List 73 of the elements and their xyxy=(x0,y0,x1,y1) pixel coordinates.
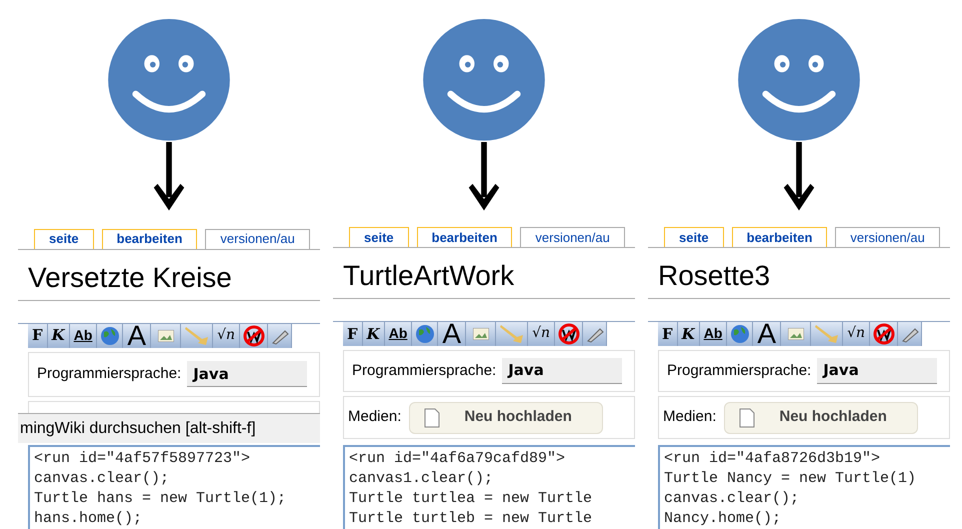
page-tab[interactable]: bearbeiten xyxy=(732,226,828,247)
toolbar-button[interactable]: √n xyxy=(528,322,555,346)
media-label: Medien: xyxy=(663,407,716,428)
code-editor[interactable]: <run id="4af6a79cafd89"> canvas1.clear(); Turtle turtlea = new Turtle Turtle turtleb = new Turtle xyxy=(343,444,635,529)
horn-icon xyxy=(814,322,840,345)
toolbar-button[interactable]: K xyxy=(678,322,700,346)
toolbar-button[interactable]: A xyxy=(438,322,466,346)
tooltip: mingWiki durchsuchen [alt-shift-f] xyxy=(18,413,320,443)
page-tab[interactable]: versionen/au xyxy=(520,226,625,247)
picture-icon xyxy=(788,328,804,340)
toolbar-button[interactable]: √n xyxy=(843,322,870,346)
horn-icon xyxy=(184,324,210,347)
toolbar-button[interactable] xyxy=(555,322,583,346)
down-arrow xyxy=(781,142,817,212)
upload-button[interactable]: Neu hochladen xyxy=(724,402,918,434)
page-title: Versetzte Kreise xyxy=(28,260,233,295)
code-line: Nancy.home(); xyxy=(664,508,782,529)
toolbar-button[interactable]: K xyxy=(48,324,70,348)
toolbar-button[interactable]: √n xyxy=(213,324,240,348)
toolbar-button[interactable]: F xyxy=(343,322,363,346)
toolbar-button[interactable]: Ab xyxy=(384,322,412,346)
toolbar-button[interactable]: F xyxy=(28,324,48,348)
toolbar-button[interactable] xyxy=(240,324,268,348)
page-tab[interactable]: versionen/au xyxy=(835,226,940,247)
language-label: Programmiersprache: xyxy=(667,360,812,381)
code-line: hans.home(); xyxy=(34,509,144,529)
document-icon xyxy=(739,408,756,428)
code-editor[interactable]: <run id="4af57f5897723"> canvas.clear(); Turtle hans = new Turtle(1); hans.home(); xyxy=(28,445,320,529)
media-label: Medien: xyxy=(348,407,402,428)
page-title: TurtleArtWork xyxy=(343,258,516,293)
toolbar-button[interactable]: Ab xyxy=(70,324,98,348)
code-line: <run id="4af6a79cafd89"> xyxy=(349,448,566,469)
document-icon xyxy=(424,408,440,428)
language-select[interactable]: Java xyxy=(502,358,622,384)
horn-icon xyxy=(498,322,525,345)
no-wiki-icon xyxy=(872,322,894,345)
code-line: canvas1.clear(); xyxy=(349,468,494,489)
code-line: Turtle turtleb = new Turtle xyxy=(349,508,594,529)
no-wiki-icon xyxy=(558,322,580,345)
page-tab[interactable]: bearbeiten xyxy=(102,228,198,249)
language-select[interactable]: Java xyxy=(187,361,308,388)
page-tab[interactable]: seite xyxy=(34,228,94,249)
toolbar-button[interactable] xyxy=(870,322,898,346)
toolbar-button[interactable]: K xyxy=(362,322,385,346)
no-wiki-icon xyxy=(242,324,264,347)
globe-icon xyxy=(414,324,435,344)
globe-icon xyxy=(730,324,750,344)
toolbar-button[interactable]: F xyxy=(658,322,678,346)
code-editor[interactable]: <run id="4afa8726d3b19"> Turtle Nancy = new Turtle(1) canvas.clear(); Nancy.home(); xyxy=(658,444,950,529)
picture-icon xyxy=(158,330,174,342)
toolbar-button[interactable]: Ab xyxy=(700,322,728,346)
code-line: canvas.clear(); xyxy=(34,469,170,489)
down-arrow xyxy=(151,142,187,212)
page-tab[interactable]: bearbeiten xyxy=(416,226,512,247)
page-tab[interactable]: versionen/au xyxy=(205,228,310,249)
code-line: Turtle hans = new Turtle(1); xyxy=(34,489,288,509)
language-select[interactable]: Java xyxy=(817,358,938,384)
language-label: Programmiersprache: xyxy=(37,364,182,384)
page-title: Rosette3 xyxy=(658,258,772,293)
upload-button[interactable]: Neu hochladen xyxy=(409,402,603,434)
code-line: <run id="4af57f5897723"> xyxy=(34,449,252,469)
code-line: Turtle turtlea = new Turtle xyxy=(349,488,594,509)
toolbar-button[interactable]: A xyxy=(753,322,782,346)
globe-icon xyxy=(100,326,120,346)
code-line: Turtle Nancy = new Turtle(1) xyxy=(664,468,918,489)
picture-icon xyxy=(472,328,489,340)
language-label: Programmiersprache: xyxy=(352,360,496,381)
down-arrow xyxy=(466,142,502,212)
page-tab[interactable]: seite xyxy=(664,226,724,247)
code-line: <run id="4afa8726d3b19"> xyxy=(664,448,882,469)
page-tab[interactable]: seite xyxy=(349,226,409,247)
toolbar-button[interactable]: A xyxy=(123,324,152,348)
code-line: canvas.clear(); xyxy=(664,488,800,509)
